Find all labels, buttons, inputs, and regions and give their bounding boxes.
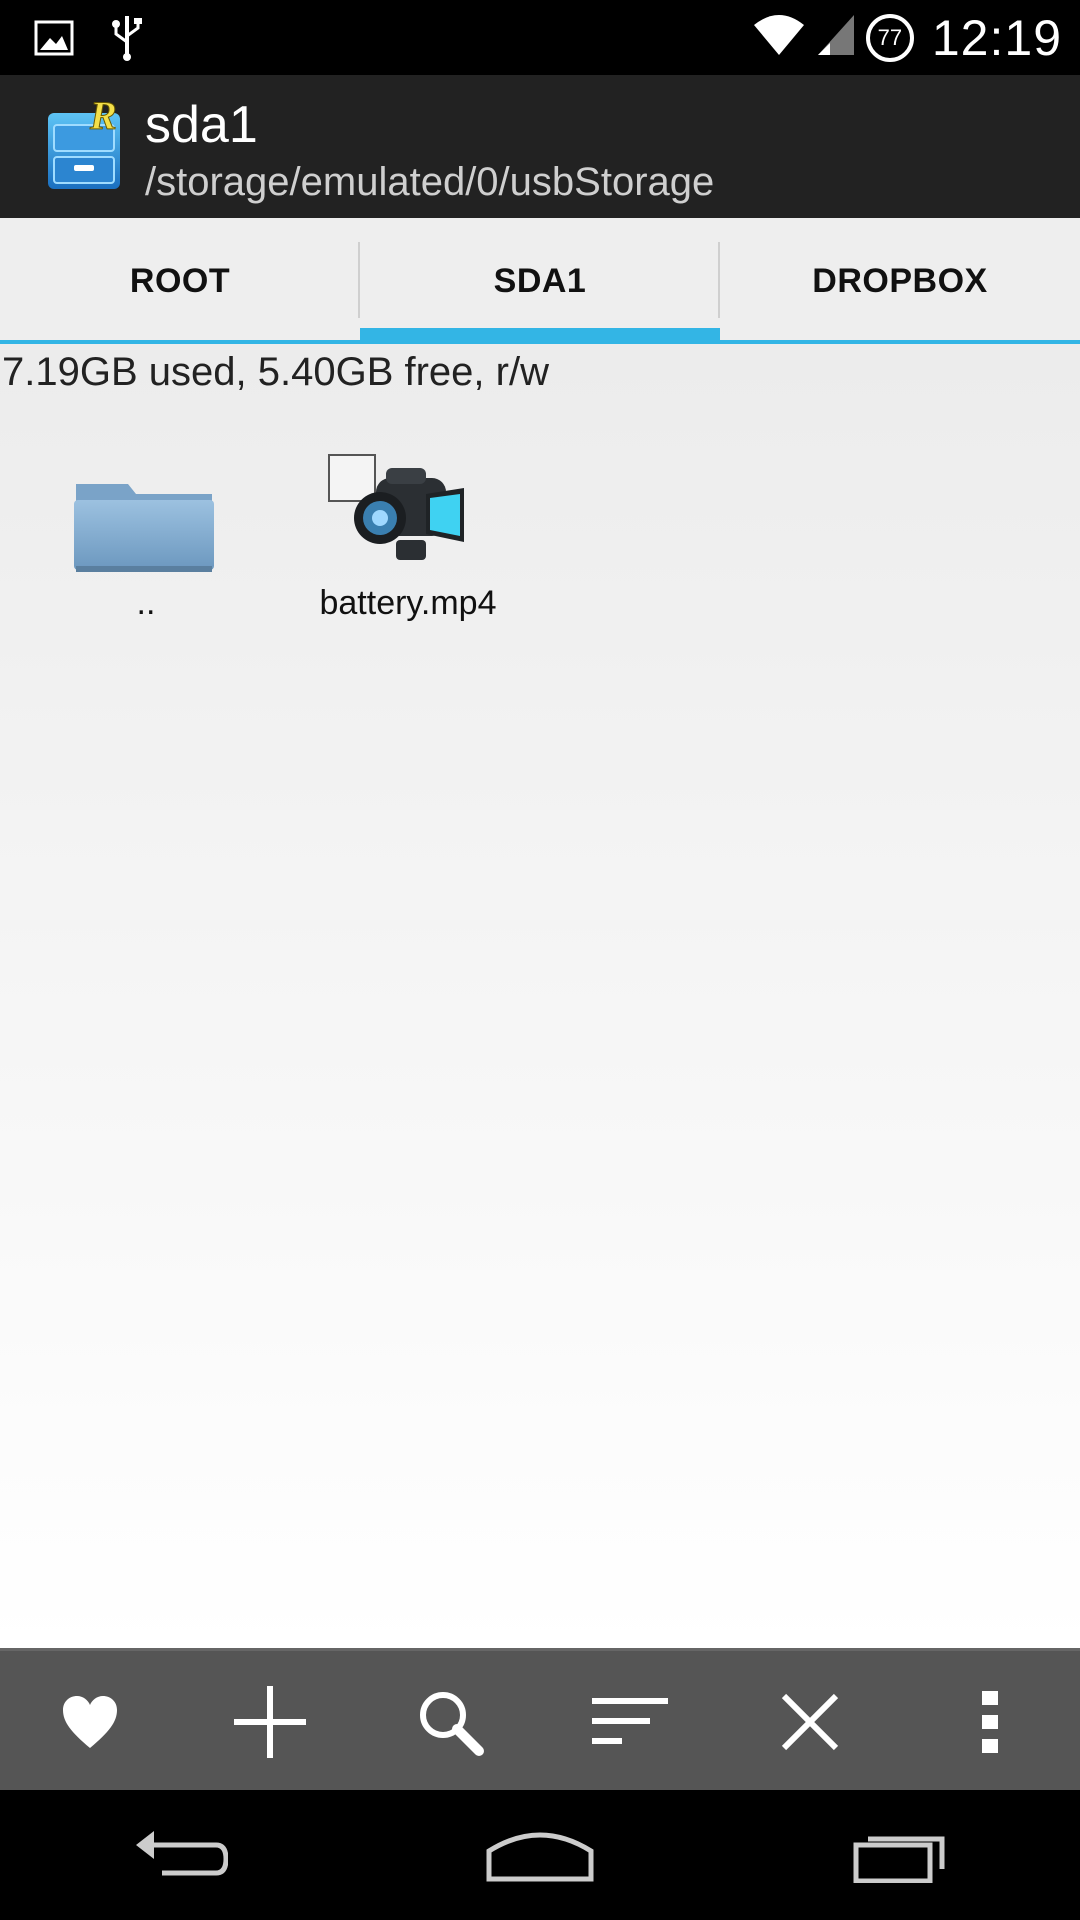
file-item-parent-folder[interactable]: .. [36,454,256,634]
favorite-icon [63,1696,117,1748]
sort-icon [592,1698,668,1744]
wifi-icon [752,13,806,62]
storage-info: 7.19GB used, 5.40GB free, r/w [2,350,549,394]
recent-apps-icon [853,1836,945,1883]
file-item-video[interactable]: battery.mp4 [298,454,518,634]
tab-label: ROOT [129,261,231,300]
add-button[interactable] [225,1677,315,1767]
tab-root[interactable]: ROOT [0,218,360,344]
tab-sda1[interactable]: SDA1 [360,218,720,344]
action-bar: R sda1 /storage/emulated/0/usbStorage [0,75,1080,218]
app-logo-icon[interactable]: R [44,93,124,191]
tab-dropbox[interactable]: DROPBOX [720,218,1080,344]
search-button[interactable] [405,1677,495,1767]
video-camera-icon [346,464,470,573]
close-button[interactable] [765,1677,855,1767]
overflow-menu-icon [982,1691,998,1753]
battery-icon: 77 [865,13,914,62]
tab-bar: ROOT SDA1 DROPBOX [0,218,1080,344]
home-button[interactable] [480,1815,600,1895]
usb-icon [110,14,144,67]
battery-level: 77 [877,24,903,50]
current-path: /storage/emulated/0/usbStorage [145,160,715,204]
file-browser-content[interactable]: 7.19GB used, 5.40GB free, r/w .. battery… [0,344,1080,1648]
file-name: battery.mp4 [319,584,497,622]
gallery-notification-icon [34,20,74,61]
page-title: sda1 [145,96,258,154]
folder-icon [72,474,216,579]
bottom-toolbar [0,1648,1080,1793]
close-icon [781,1693,839,1751]
home-icon [486,1832,594,1882]
recent-apps-button[interactable] [840,1815,960,1895]
overflow-menu-button[interactable] [945,1677,1035,1767]
cell-signal-icon [816,13,856,62]
tab-label: SDA1 [493,261,587,300]
sort-button[interactable] [585,1677,675,1767]
search-icon [420,1692,484,1756]
status-bar: 77 12:19 [0,0,1080,75]
svg-text:R: R [89,99,117,138]
back-button[interactable] [120,1815,240,1895]
tab-active-indicator [360,328,720,344]
file-name: .. [136,584,156,622]
system-navigation-bar [0,1790,1080,1920]
back-icon [136,1831,228,1876]
favorites-button[interactable] [45,1677,135,1767]
add-icon [234,1686,306,1758]
status-time: 12:19 [931,9,1062,66]
tab-label: DROPBOX [812,261,988,300]
